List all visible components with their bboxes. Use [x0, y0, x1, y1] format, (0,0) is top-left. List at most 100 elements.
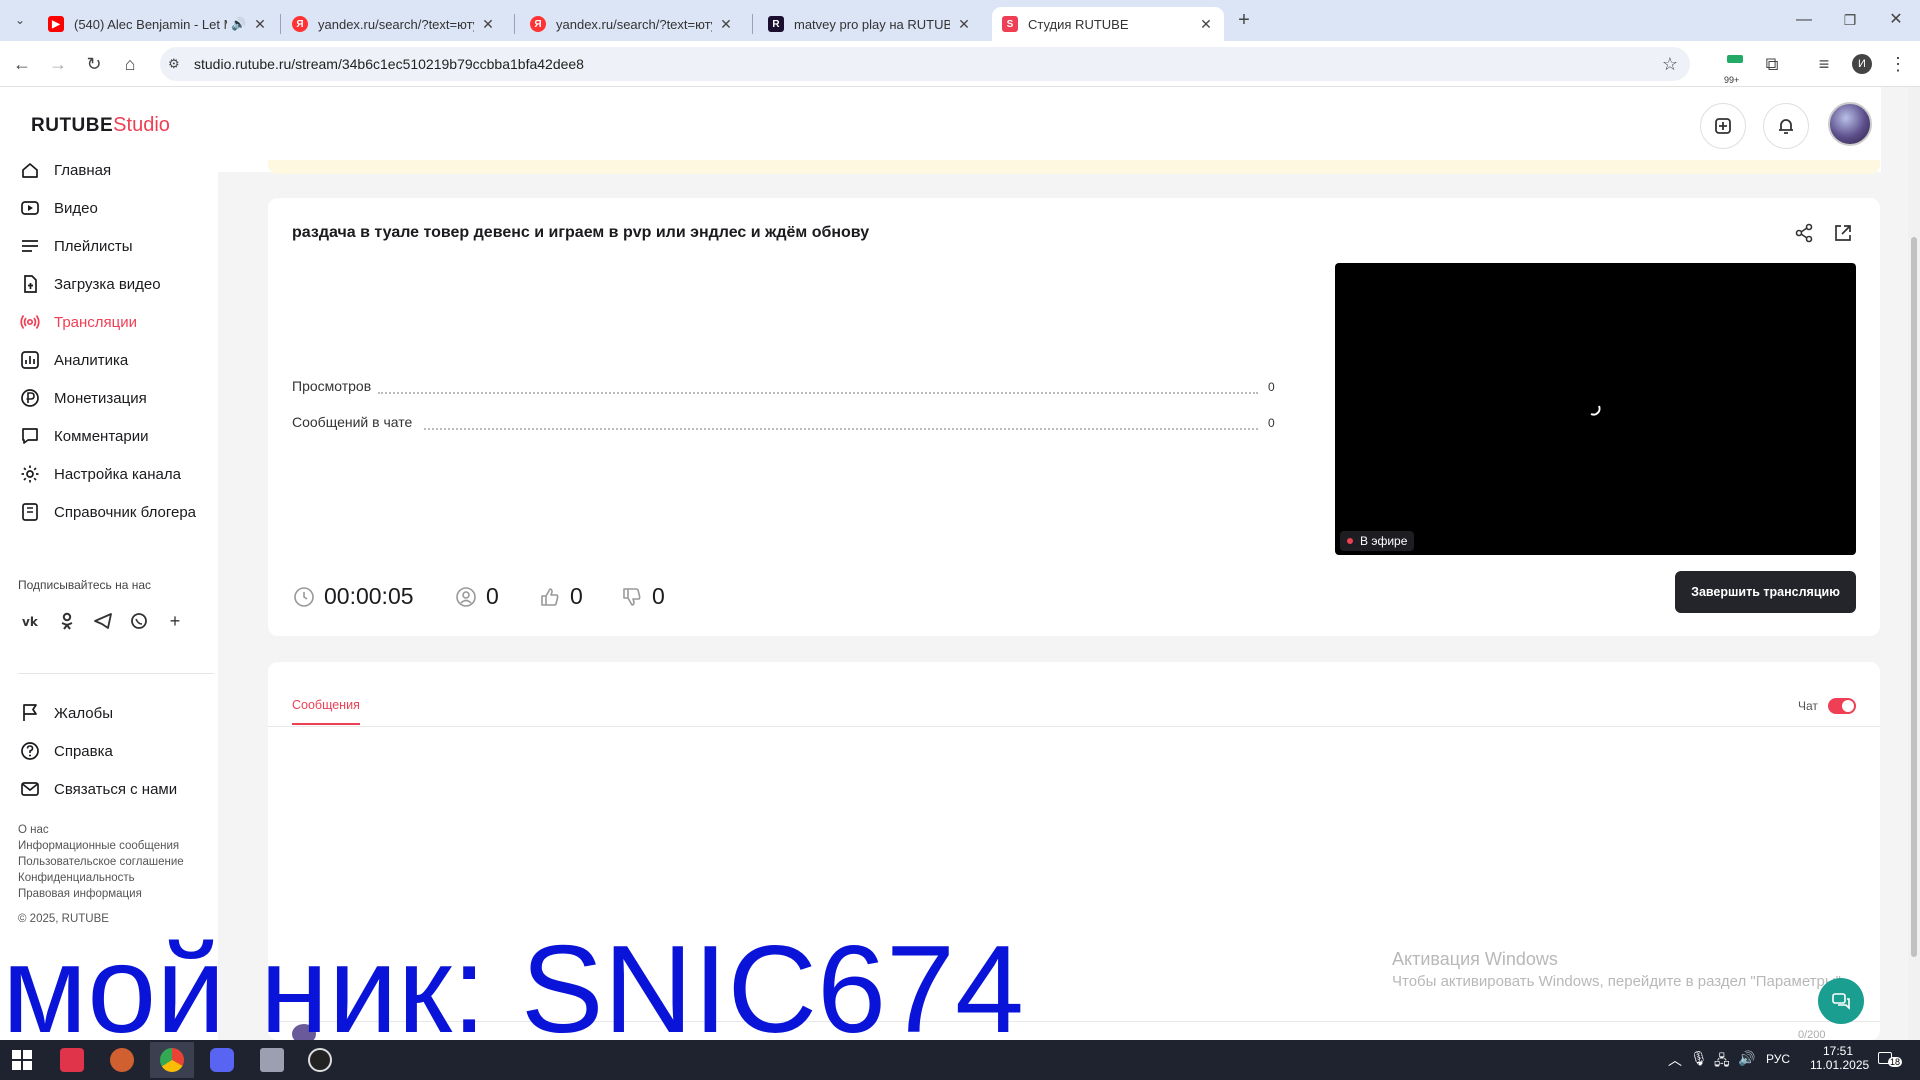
- footer-link[interactable]: Пользовательское соглашение: [18, 856, 184, 868]
- tray-chevron-icon[interactable]: ︿: [1668, 1050, 1682, 1070]
- close-tab-icon[interactable]: ✕: [480, 16, 496, 33]
- back-icon[interactable]: ←: [12, 54, 32, 74]
- video-player[interactable]: В эфире: [1335, 263, 1856, 555]
- support-chat-button[interactable]: [1818, 978, 1864, 1024]
- page-scrollbar[interactable]: [1908, 87, 1920, 1040]
- browser-tab[interactable]: Я yandex.ru/search/?text=ютуб& ✕: [520, 7, 744, 41]
- taskbar-app-icon[interactable]: [260, 1048, 284, 1072]
- sidebar-item[interactable]: Загрузка видео: [20, 268, 210, 300]
- extensions-puzzle-icon[interactable]: ⧉: [1762, 54, 1782, 74]
- site-info-icon[interactable]: ⚙: [168, 56, 188, 72]
- windows-start-icon[interactable]: [12, 1050, 32, 1070]
- windows-activation-title: Активация Windows: [1392, 949, 1558, 969]
- browser-tab[interactable]: ▶ (540) Alec Benjamin - Let M 🔊 ✕: [38, 7, 278, 41]
- forward-icon[interactable]: →: [48, 54, 68, 74]
- chat-toggle[interactable]: [1828, 698, 1856, 714]
- media-control-icon[interactable]: ≡: [1814, 54, 1834, 74]
- clock[interactable]: 17:51 11.01.2025: [1810, 1044, 1869, 1072]
- telegram-icon[interactable]: [92, 610, 114, 632]
- extension-icon[interactable]: 99+: [1724, 54, 1750, 85]
- flag-icon: [20, 703, 40, 723]
- sidebar-item-label: Аналитика: [54, 351, 129, 369]
- thumbs-down-icon: [623, 587, 641, 606]
- share-icon[interactable]: [1793, 222, 1815, 244]
- footer-link[interactable]: Информационные сообщения: [18, 840, 179, 852]
- follow-label: Подписывайтесь на нас: [18, 578, 152, 592]
- sidebar-item[interactable]: Жалобы: [20, 697, 210, 729]
- ok-icon[interactable]: [56, 610, 78, 632]
- help-icon: [20, 741, 40, 761]
- reload-icon[interactable]: ↻: [84, 54, 104, 74]
- monetization-icon: [20, 388, 40, 408]
- browser-tab-active[interactable]: S Студия RUTUBE ✕: [992, 7, 1224, 41]
- live-dot-icon: [1347, 538, 1353, 544]
- audio-icon[interactable]: 🔊: [231, 17, 246, 31]
- notification-center-icon[interactable]: 18: [1878, 1049, 1903, 1071]
- sidebar-item-label: Загрузка видео: [54, 275, 161, 293]
- open-external-icon[interactable]: [1832, 222, 1854, 244]
- plus-icon[interactable]: +: [164, 610, 186, 632]
- taskbar-chrome-active[interactable]: [150, 1042, 194, 1078]
- tab-messages[interactable]: Сообщения: [292, 698, 360, 725]
- new-tab-icon[interactable]: +: [1234, 10, 1254, 30]
- sidebar-item[interactable]: Настройка канала: [20, 458, 210, 490]
- sidebar-item[interactable]: Трансляции: [20, 306, 210, 338]
- sidebar-item-label: Трансляции: [54, 313, 138, 331]
- channel-avatar[interactable]: [1828, 102, 1872, 146]
- dislikes-stat: 0: [620, 583, 665, 610]
- close-tab-icon[interactable]: ✕: [718, 16, 734, 33]
- footer-link[interactable]: Правовая информация: [18, 888, 142, 900]
- sidebar-item[interactable]: Справка: [20, 735, 210, 767]
- microphone-icon[interactable]: 🎙: [1690, 1050, 1708, 1067]
- sidebar-item[interactable]: Главная: [20, 154, 210, 186]
- url-text: studio.rutube.ru/stream/34b6c1ec510219b7…: [194, 56, 584, 72]
- bookmark-star-icon[interactable]: ☆: [1662, 54, 1678, 75]
- sidebar-item[interactable]: Плейлисты: [20, 230, 210, 262]
- close-window-icon[interactable]: ✕: [1886, 10, 1906, 30]
- scrollbar-thumb[interactable]: [1911, 237, 1917, 957]
- sidebar-item[interactable]: Монетизация: [20, 382, 210, 414]
- sidebar-item[interactable]: Аналитика: [20, 344, 210, 376]
- tab-separator: [280, 14, 281, 34]
- tab-search-icon[interactable]: ⌄: [10, 10, 30, 30]
- broadcast-icon: [20, 312, 40, 332]
- thumbs-up-icon: [541, 587, 559, 606]
- viber-icon[interactable]: [128, 610, 150, 632]
- taskbar-app-icon[interactable]: [110, 1048, 134, 1072]
- close-tab-icon[interactable]: ✕: [252, 16, 268, 33]
- sidebar-item[interactable]: Видео: [20, 192, 210, 224]
- rutube-studio-logo[interactable]: RUTUBEStudio: [31, 114, 170, 137]
- network-icon[interactable]: 🖧: [1714, 1050, 1730, 1074]
- volume-icon[interactable]: 🔊: [1738, 1050, 1755, 1067]
- footer-link[interactable]: О нас: [18, 824, 49, 836]
- browser-tab[interactable]: R matvey pro play на RUTUBE: 6 ✕: [758, 7, 982, 41]
- minimize-icon[interactable]: —: [1794, 10, 1814, 30]
- restore-icon[interactable]: ❐: [1840, 10, 1860, 30]
- stream-title: раздача в туале товер девенс и играем в …: [292, 224, 870, 241]
- sidebar-item[interactable]: Связаться с нами: [20, 773, 210, 805]
- footer-link[interactable]: Конфиденциальность: [18, 872, 135, 884]
- language-indicator[interactable]: РУС: [1766, 1052, 1790, 1066]
- taskbar-app-icon[interactable]: [60, 1048, 84, 1072]
- end-stream-button[interactable]: Завершить трансляцию: [1675, 571, 1856, 613]
- browser-tab[interactable]: Я yandex.ru/search/?text=ютуб& ✕: [282, 7, 506, 41]
- address-bar[interactable]: ⚙ studio.rutube.ru/stream/34b6c1ec510219…: [160, 47, 1690, 81]
- add-content-icon[interactable]: [1700, 103, 1746, 149]
- svg-text:vk: vk: [22, 615, 39, 629]
- chat-divider: [268, 726, 1880, 727]
- sidebar-item[interactable]: Комментарии: [20, 420, 210, 452]
- home-browser-icon[interactable]: ⌂: [120, 54, 140, 74]
- notifications-bell-icon[interactable]: [1763, 103, 1809, 149]
- taskbar-app-icon[interactable]: [210, 1048, 234, 1072]
- close-tab-icon[interactable]: ✕: [1198, 16, 1214, 33]
- browser-menu-icon[interactable]: ⋮: [1888, 54, 1908, 74]
- yandex-icon: Я: [530, 16, 546, 32]
- sidebar-item[interactable]: Справочник блогера: [20, 496, 210, 528]
- vk-icon[interactable]: vk: [20, 610, 42, 632]
- chat-messages-label: Сообщений в чате: [292, 414, 413, 430]
- toggle-knob: [1842, 700, 1854, 712]
- close-tab-icon[interactable]: ✕: [956, 16, 972, 33]
- sidebar-item-label: Справочник блогера: [54, 503, 197, 521]
- profile-avatar[interactable]: И: [1852, 54, 1872, 74]
- taskbar-obs-icon[interactable]: [308, 1048, 332, 1072]
